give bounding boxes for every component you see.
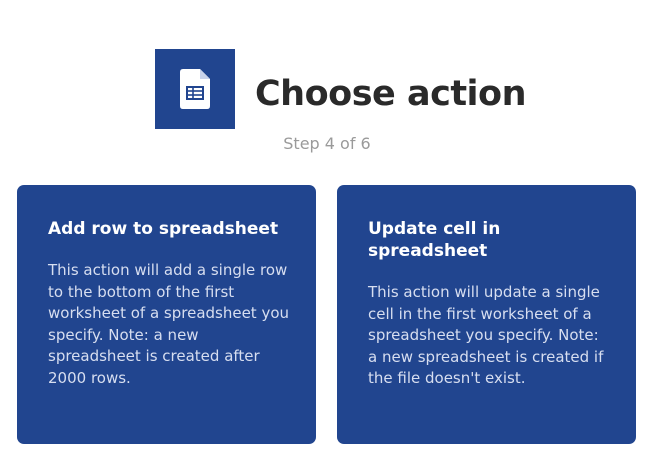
action-card-description: This action will update a single cell in… xyxy=(368,283,604,387)
page-title: Choose action xyxy=(255,74,527,114)
action-list: Add row to spreadsheet This action will … xyxy=(17,185,636,444)
spreadsheet-service-icon xyxy=(155,49,235,129)
action-card-description: This action will add a single row to the… xyxy=(48,261,290,387)
choose-action-page: Choose action Step 4 of 6 Add row to spr… xyxy=(0,0,652,463)
action-card-add-row[interactable]: Add row to spreadsheet This action will … xyxy=(17,185,316,444)
action-card-title: Update cell in spreadsheet xyxy=(368,219,501,261)
action-card-title: Add row to spreadsheet xyxy=(48,219,279,239)
action-card-update-cell[interactable]: Update cell in spreadsheet This action w… xyxy=(337,185,636,444)
spreadsheet-icon xyxy=(180,69,210,109)
step-indicator: Step 4 of 6 xyxy=(283,134,371,153)
